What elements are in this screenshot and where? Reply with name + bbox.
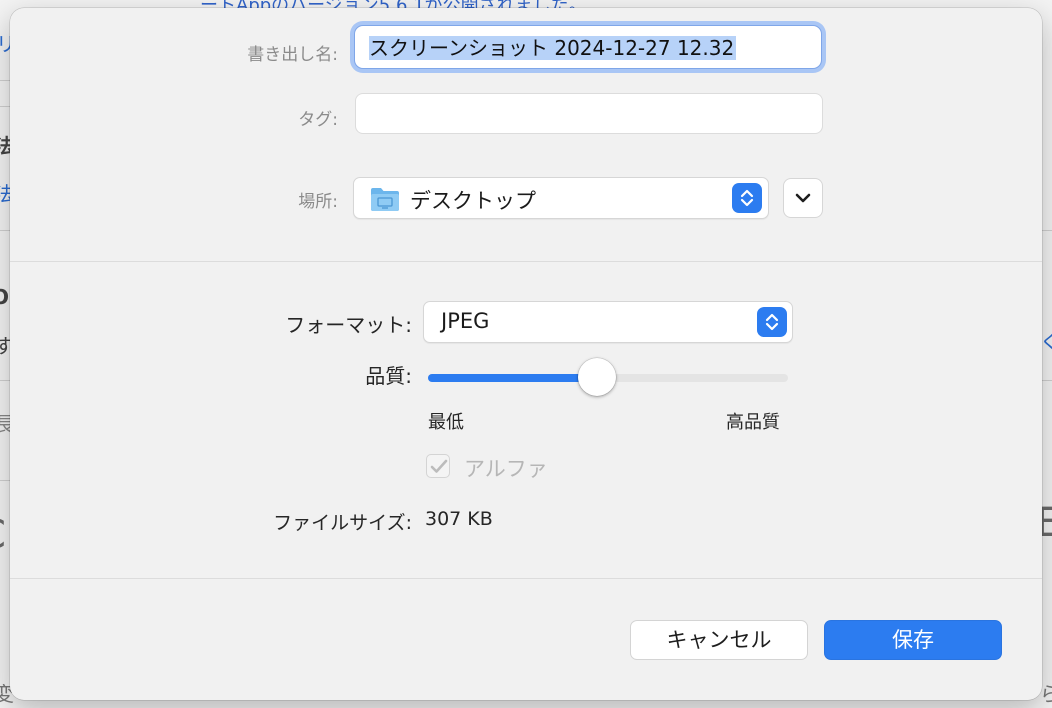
export-save-sheet: 書き出し名: スクリーンショット 2024-12-27 12.32 タグ: 場所… bbox=[10, 8, 1042, 700]
format-stepper-icon bbox=[757, 307, 787, 337]
background-text-fragment: C bbox=[0, 512, 6, 558]
file-size-value: 307 KB bbox=[425, 508, 493, 530]
quality-slider-fill bbox=[428, 374, 597, 382]
tags-label: タグ: bbox=[298, 110, 338, 130]
quality-max-label: 高品質 bbox=[726, 412, 780, 433]
quality-min-label: 最低 bbox=[428, 412, 464, 433]
expand-location-button[interactable] bbox=[783, 178, 823, 218]
export-name-input[interactable]: スクリーンショット 2024-12-27 12.32 bbox=[354, 25, 822, 69]
format-value: JPEG bbox=[441, 309, 490, 333]
alpha-label: アルファ bbox=[464, 457, 548, 481]
location-popup[interactable]: デスクトップ bbox=[353, 177, 769, 219]
quality-slider-thumb[interactable] bbox=[578, 358, 616, 396]
save-button[interactable]: 保存 bbox=[824, 620, 1002, 660]
cancel-button[interactable]: キャンセル bbox=[630, 620, 808, 660]
location-stepper-icon bbox=[732, 183, 762, 213]
file-size-label: ファイルサイズ: bbox=[273, 512, 412, 534]
background-text-fragment: O bbox=[0, 285, 10, 309]
format-label: フォーマット: bbox=[285, 313, 412, 337]
quality-label: 品質: bbox=[365, 364, 412, 388]
section-divider bbox=[10, 578, 1042, 579]
section-divider bbox=[10, 261, 1042, 262]
alpha-checkbox[interactable] bbox=[426, 454, 450, 478]
export-name-label: 書き出し名: bbox=[247, 45, 338, 65]
folder-icon bbox=[370, 186, 400, 216]
export-name-selected-text: スクリーンショット 2024-12-27 12.32 bbox=[369, 36, 737, 60]
quality-slider[interactable] bbox=[428, 358, 788, 396]
location-value: デスクトップ bbox=[410, 189, 536, 213]
tags-input[interactable] bbox=[355, 93, 823, 134]
format-popup[interactable]: JPEG bbox=[423, 301, 793, 343]
location-label: 場所: bbox=[298, 192, 338, 212]
